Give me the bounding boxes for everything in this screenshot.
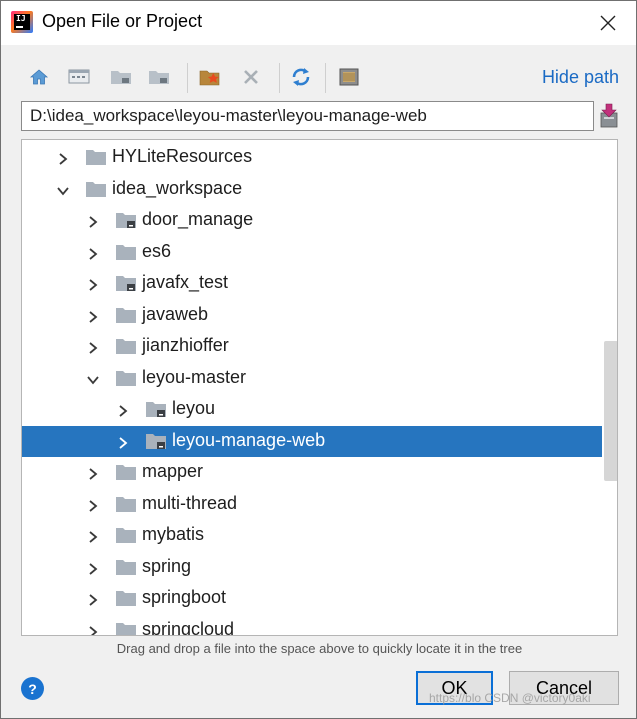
folder-icon <box>116 463 136 481</box>
tree-row-label: mybatis <box>142 524 205 544</box>
desktop-button[interactable] <box>65 63 93 91</box>
tree-row[interactable]: mapper <box>22 457 602 488</box>
chevron-down-icon[interactable] <box>56 183 70 197</box>
chevron-down-icon[interactable] <box>86 372 100 386</box>
tree-row[interactable]: leyou <box>22 394 602 425</box>
tree-row[interactable]: multi-thread <box>22 489 602 520</box>
path-input[interactable] <box>21 101 594 131</box>
tree-row-label: idea_workspace <box>112 177 243 198</box>
chevron-right-icon[interactable] <box>56 151 70 165</box>
show-hidden-icon <box>339 68 359 86</box>
module-folder-icon <box>146 400 166 418</box>
download-icon <box>600 103 618 128</box>
folder-icon <box>86 148 106 166</box>
tree-row-label: mapper <box>142 461 204 481</box>
tree-row-label: javaweb <box>142 303 209 324</box>
chevron-right-icon[interactable] <box>86 624 100 635</box>
tree-row[interactable]: jianzhioffer <box>22 331 602 362</box>
module-folder-icon <box>116 211 136 229</box>
hide-path-link[interactable]: Hide path <box>542 67 619 88</box>
home-icon <box>29 69 49 85</box>
home-button[interactable] <box>25 63 53 91</box>
folder-icon <box>116 243 136 261</box>
chevron-right-icon[interactable] <box>116 403 130 417</box>
tree-row[interactable]: javaweb <box>22 300 602 331</box>
help-button[interactable]: ? <box>21 677 44 700</box>
chevron-right-icon[interactable] <box>86 277 100 291</box>
tree-row-label: jianzhioffer <box>142 335 229 355</box>
folder-icon <box>116 369 136 387</box>
tree-row[interactable]: es6 <box>22 237 602 268</box>
toolbar-separator <box>187 63 188 93</box>
folder-icon <box>116 558 136 576</box>
folder-icon <box>86 180 106 198</box>
toolbar-separator <box>325 63 326 93</box>
watermark: https://blo CSDN @victory0aki <box>429 691 591 705</box>
chevron-right-icon[interactable] <box>86 214 100 228</box>
tree-row-label: spring <box>142 555 192 576</box>
chevron-right-icon[interactable] <box>116 435 130 449</box>
tree-row[interactable]: springcloud <box>22 615 602 636</box>
project-folder-button[interactable] <box>107 63 135 91</box>
chevron-right-icon[interactable] <box>86 561 100 575</box>
tree-row-label: springboot <box>142 587 227 607</box>
toolbar-separator <box>279 63 280 93</box>
delete-icon <box>244 70 258 84</box>
tree-row[interactable]: HYLiteResources <box>22 142 602 173</box>
chevron-right-icon[interactable] <box>86 466 100 480</box>
folder-icon <box>116 306 136 324</box>
tree-row-label: springcloud <box>142 618 235 636</box>
folder-icon <box>116 526 136 544</box>
tree-row-label: leyou <box>172 398 216 418</box>
tree-row[interactable]: springboot <box>22 583 602 614</box>
folder-icon <box>116 589 136 607</box>
chevron-right-icon[interactable] <box>86 340 100 354</box>
tree-row[interactable]: idea_workspace <box>22 174 602 205</box>
refresh-button[interactable] <box>287 63 315 91</box>
open-file-dialog: IJ Open File or Project Hide path D:\ide… <box>0 0 637 719</box>
chevron-right-icon[interactable] <box>86 529 100 543</box>
project-folder-icon <box>111 71 131 84</box>
close-button[interactable] <box>588 5 628 41</box>
tree-row[interactable]: mybatis <box>22 520 602 551</box>
tree-row[interactable]: leyou-manage-web <box>22 425 617 457</box>
module-folder-icon <box>146 432 166 450</box>
download-button[interactable] <box>599 103 619 129</box>
chevron-right-icon[interactable] <box>86 592 100 606</box>
tree-row-label: es6 <box>142 240 172 261</box>
folder-icon <box>116 495 136 513</box>
new-folder-button[interactable] <box>197 63 225 91</box>
tree-row-label: javafx_test <box>142 272 229 292</box>
chevron-right-icon[interactable] <box>86 309 100 323</box>
tree-row-label: multi-thread <box>142 492 238 513</box>
module-folder-icon <box>149 71 169 84</box>
desktop-icon <box>68 69 90 84</box>
tree-row-label: door_manage <box>142 209 254 229</box>
scrollbar-thumb[interactable] <box>604 341 617 481</box>
folder-icon <box>116 337 136 355</box>
chevron-right-icon[interactable] <box>86 498 100 512</box>
tree-row-label: HYLiteResources <box>112 146 253 166</box>
intellij-idea-icon: IJ <box>11 11 33 33</box>
refresh-icon <box>292 68 310 86</box>
module-folder-button[interactable] <box>145 63 173 91</box>
show-hidden-button[interactable] <box>335 63 363 91</box>
tree-row[interactable]: leyou-master <box>22 363 602 394</box>
tree-row[interactable]: spring <box>22 552 602 583</box>
tree-row[interactable]: door_manage <box>22 205 602 236</box>
close-icon <box>600 15 616 31</box>
tree-row-label: leyou-master <box>142 366 247 387</box>
drag-drop-hint: Drag and drop a file into the space abov… <box>116 641 523 656</box>
tree-row[interactable]: javafx_test <box>22 268 602 299</box>
dialog-title: Open File or Project <box>42 11 203 31</box>
tree-row-label: leyou-manage-web <box>172 429 326 450</box>
delete-button[interactable] <box>237 63 265 91</box>
toolbar <box>21 61 621 95</box>
new-folder-icon <box>199 70 220 86</box>
chevron-right-icon[interactable] <box>86 246 100 260</box>
folder-icon <box>116 621 136 635</box>
title-bar: IJ Open File or Project <box>1 1 636 45</box>
file-tree[interactable]: springcloud springboot spring mybatis multi-… <box>21 139 618 636</box>
module-folder-icon <box>116 274 136 292</box>
